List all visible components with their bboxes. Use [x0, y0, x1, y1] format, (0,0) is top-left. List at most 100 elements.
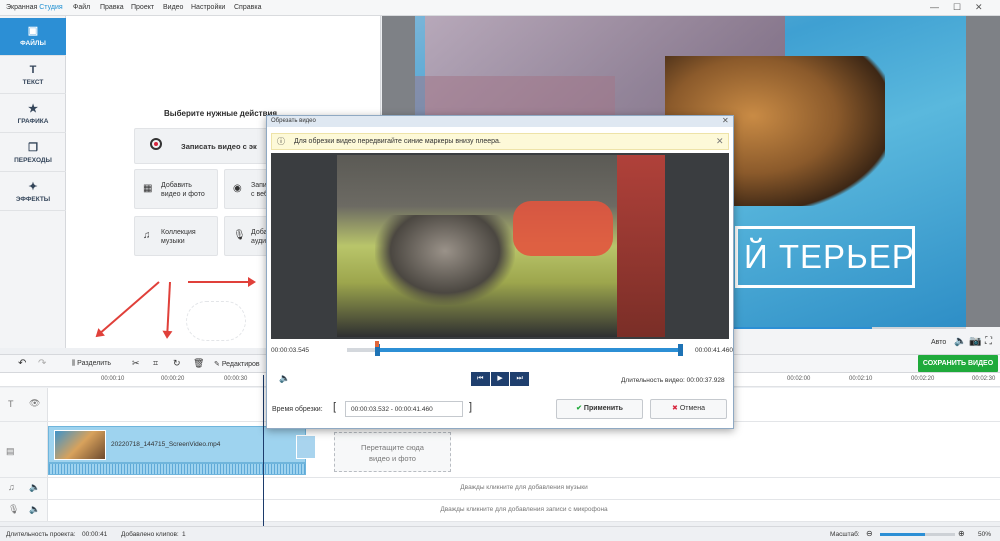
tab-graphics-label: ГРАФИКА — [17, 118, 49, 125]
transition-slot[interactable] — [296, 435, 316, 459]
playhead[interactable] — [263, 375, 264, 526]
ruler-tick: 00:02:20 — [911, 376, 935, 382]
auto-quality-label[interactable]: Авто — [931, 339, 946, 346]
info-icon: ⓘ — [277, 137, 285, 146]
trim-end-marker[interactable] — [678, 344, 683, 356]
trim-selected-range — [377, 348, 681, 352]
edit-icon: ✎ — [214, 361, 222, 368]
tab-files-label: ФАЙЛЫ — [20, 40, 46, 47]
cancel-button[interactable]: ✖ Отмена — [650, 399, 727, 419]
prev-frame-icon[interactable]: ⏮ — [471, 372, 490, 386]
menu-project[interactable]: Проект — [131, 4, 154, 11]
audio-waveform[interactable] — [48, 463, 306, 475]
tab-text[interactable]: T ТЕКСТ — [0, 57, 66, 94]
undo-icon[interactable]: ↶ — [18, 358, 26, 369]
zoom-in-icon[interactable]: ⊕ — [958, 529, 965, 538]
start-time: 00:00:03.545 — [271, 347, 309, 354]
tab-files[interactable]: ▣ ФАЙЛЫ — [0, 18, 66, 56]
info-bar: ⓘ Для обрезки видео передвигайте синие м… — [271, 133, 729, 150]
trim-range-input[interactable]: 00:00:03.532 - 00:00:41.460 — [345, 401, 463, 417]
tab-transitions-label: ПЕРЕХОДЫ — [14, 157, 52, 164]
volume-icon[interactable]: 🔈 — [279, 373, 290, 384]
end-time: 00:00:41.460 — [695, 347, 733, 354]
save-video-button[interactable]: СОХРАНИТЬ ВИДЕО — [918, 355, 998, 372]
volume-icon[interactable]: 🔈 — [29, 482, 40, 493]
record-video-button[interactable]: Записать видео с эк — [134, 128, 274, 164]
rotate-icon[interactable]: ↻ — [173, 358, 181, 369]
close-button[interactable]: ✕ — [975, 2, 983, 13]
tab-effects[interactable]: ✦ ЭФФЕКТЫ — [0, 174, 66, 211]
minimize-button[interactable]: — — [930, 2, 939, 12]
zoom-out-icon[interactable]: ⊖ — [866, 529, 873, 538]
music-line1: Коллекция — [161, 229, 196, 236]
webcam-icon: ◉ — [233, 183, 242, 194]
ruler-tick: 00:02:00 — [787, 376, 811, 382]
volume-icon[interactable]: 🔈 — [954, 336, 966, 347]
info-close-icon[interactable]: ✕ — [716, 136, 724, 147]
eye-icon[interactable]: 👁 — [29, 398, 40, 409]
clip-name: 20220718_144715_ScreenVideo.mp4 — [111, 441, 221, 448]
menu-edit[interactable]: Правка — [100, 4, 124, 11]
menu-settings[interactable]: Настройки — [191, 4, 225, 11]
music-collection-button[interactable]: ♫ Коллекция музыки — [134, 216, 218, 256]
split-button[interactable]: ⫼ Разделить — [72, 360, 111, 368]
dialog-close-icon[interactable]: ✕ — [722, 116, 729, 125]
range-open-bracket[interactable]: [ — [333, 401, 336, 413]
music-track[interactable]: ♫ 🔈 Дважды кликните для добавления музык… — [0, 478, 1000, 500]
ruler-tick: 00:02:30 — [972, 376, 996, 382]
drop-zone[interactable]: Перетащите сюда видео и фото — [334, 432, 451, 472]
volume-icon[interactable]: 🔈 — [29, 504, 40, 515]
clip-thumbnail — [54, 430, 106, 460]
add-video-button[interactable]: ▦ Добавить видео и фото — [134, 169, 218, 209]
range-close-bracket[interactable]: ] — [469, 401, 472, 413]
overlay-title: Й ТЕРЬЕР — [735, 226, 915, 288]
video-track[interactable]: ▤ 20220718_144715_ScreenVideo.mp4 Перета… — [0, 422, 1000, 478]
app-title: Экранная Студия — [6, 4, 63, 11]
cross-icon: ✖ — [672, 405, 680, 412]
dialog-title: Обрезать видео — [267, 116, 733, 127]
redo-icon[interactable]: ↷ — [38, 358, 46, 369]
apply-button[interactable]: ✔ Применить — [556, 399, 643, 419]
menu-file[interactable]: Файл — [73, 4, 90, 11]
video-track-icon: ▤ — [6, 446, 15, 456]
video-duration-value: 00:00:37.928 — [686, 377, 725, 384]
add-video-line2: видео и фото — [161, 191, 205, 198]
video-frame — [337, 155, 665, 337]
playback-position-marker[interactable] — [375, 341, 380, 347]
tab-transitions[interactable]: ❐ ПЕРЕХОДЫ — [0, 135, 66, 172]
text-icon: T — [29, 64, 37, 76]
annotation-arrow — [188, 277, 256, 287]
video-player[interactable] — [271, 153, 729, 339]
files-icon: ▣ — [27, 25, 39, 37]
fullscreen-icon[interactable]: ⛶ — [985, 336, 992, 347]
tab-effects-label: ЭФФЕКТЫ — [15, 196, 51, 203]
track-header: ♫ 🔈 — [0, 478, 48, 499]
play-icon[interactable]: ▶ — [490, 372, 510, 386]
microphone-track[interactable]: 🎙 🔈 Дважды кликните для добавления запис… — [0, 500, 1000, 522]
video-clip[interactable]: 20220718_144715_ScreenVideo.mp4 — [48, 426, 306, 463]
trim-video-dialog: Обрезать видео ✕ ⓘ Для обрезки видео пер… — [266, 115, 734, 429]
apply-label: Применить — [583, 405, 623, 412]
edit-button[interactable]: ✎ Редактиров — [214, 360, 260, 368]
record-icon — [150, 138, 162, 150]
camera-icon[interactable]: 📷 — [969, 336, 981, 347]
status-bar: Длительность проекта: 00:00:41 Добавлено… — [0, 526, 1000, 541]
tab-graphics[interactable]: ★ ГРАФИКА — [0, 96, 66, 133]
drop-zone-line2: видео и фото — [369, 454, 416, 463]
cancel-label: Отмена — [679, 405, 705, 412]
music-note-icon: ♫ — [8, 482, 15, 492]
maximize-button[interactable]: ☐ — [953, 2, 961, 13]
menu-video[interactable]: Видео — [163, 4, 183, 11]
info-text: Для обрезки видео передвигайте синие мар… — [294, 138, 501, 145]
menu-help[interactable]: Справка — [234, 4, 261, 11]
microphone-icon: 🎙 — [233, 230, 246, 241]
cut-icon[interactable]: ✂ — [132, 358, 140, 369]
audio-line1: Доба — [251, 229, 268, 236]
microphone-icon: 🎙 — [8, 504, 20, 514]
duration-value: 00:00:41 — [82, 531, 108, 538]
track-header: 🎙 🔈 — [0, 500, 48, 521]
next-frame-icon[interactable]: ⏭ — [510, 372, 530, 386]
record-label: Записать видео с эк — [181, 142, 257, 151]
crop-icon[interactable]: ⌗ — [153, 358, 158, 369]
delete-icon[interactable]: 🗑 — [193, 358, 204, 369]
